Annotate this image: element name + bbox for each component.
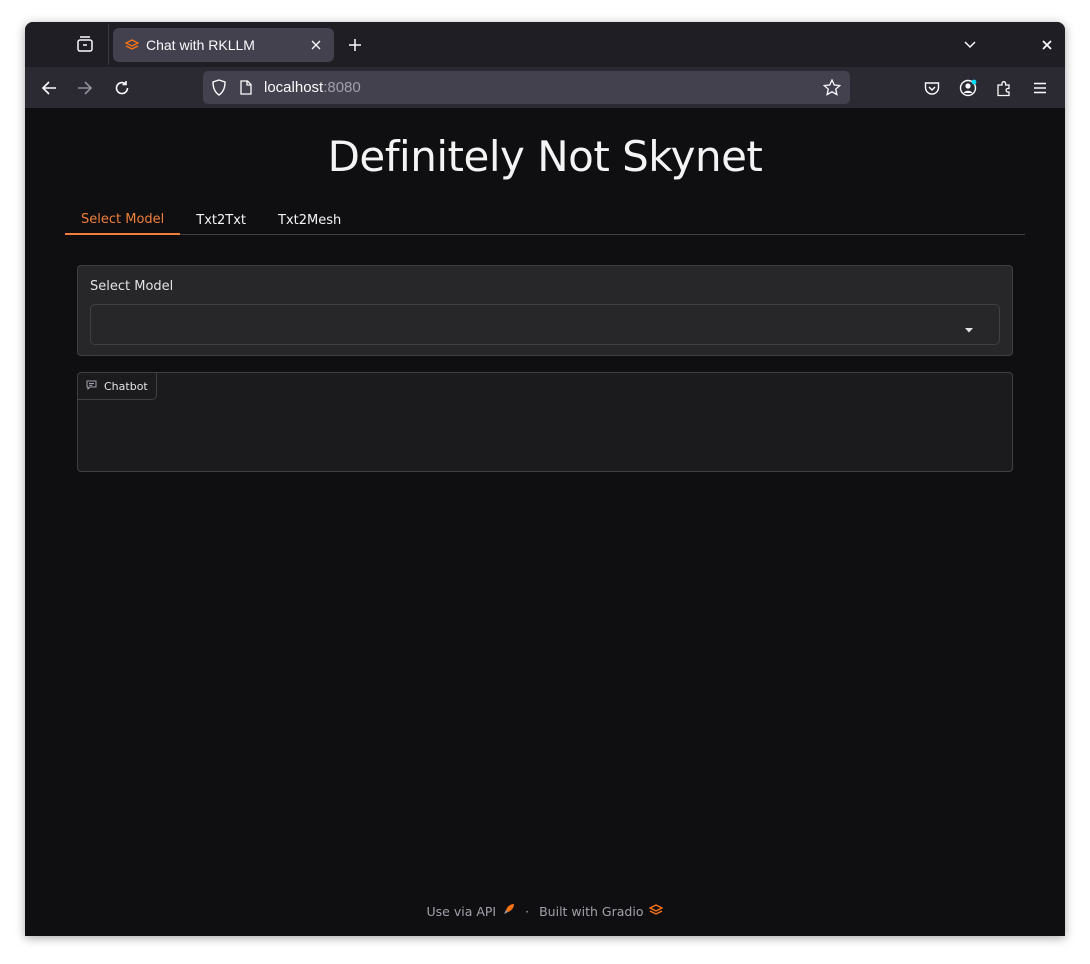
url-port: :8080 [323,79,361,96]
tab-title: Chat with RKLLM [146,37,255,53]
select-model-dropdown[interactable] [90,304,1000,345]
footer-separator: · [525,903,530,919]
page-icon[interactable] [238,80,254,96]
use-via-api-link[interactable]: Use via API [427,903,516,919]
rocket-icon [502,903,515,919]
gradio-favicon-icon [125,37,141,53]
tab-separator [108,24,109,65]
close-tab-icon[interactable] [304,33,328,57]
bookmark-star-icon[interactable] [820,76,844,100]
caret-down-icon[interactable] [963,320,975,333]
pocket-icon[interactable] [919,75,945,101]
chatbot-label: Chatbot [78,373,157,400]
chatbot-block: Chatbot [77,372,1013,472]
browser-window: Chat with RKLLM localhost:8080 Definitel… [25,22,1065,936]
chatbot-label-text: Chatbot [104,379,148,393]
tab-bar: Select Model Txt2Txt Txt2Mesh [65,206,1025,235]
built-with-gradio-text: Built with Gradio [539,903,644,919]
url-text[interactable]: localhost:8080 [264,79,820,96]
chevron-down-icon[interactable] [958,33,982,57]
back-arrow-icon[interactable] [36,75,62,101]
url-bar[interactable]: localhost:8080 [203,71,850,104]
shield-icon[interactable] [210,79,228,97]
page-title: Definitely Not Skynet [327,132,763,181]
extensions-puzzle-icon[interactable] [991,75,1017,101]
tab-select-model[interactable]: Select Model [65,206,181,235]
navigation-bar: localhost:8080 [25,67,1065,108]
select-model-block: Select Model [77,265,1013,356]
built-with-gradio-link[interactable]: Built with Gradio [539,903,665,919]
tab-txt2txt[interactable]: Txt2Txt [180,206,262,235]
tab-txt2mesh[interactable]: Txt2Mesh [262,206,357,235]
reload-icon[interactable] [109,75,135,101]
footer: Use via API · Built with Gradio [25,903,1065,919]
tab-strip: Chat with RKLLM [25,22,1065,67]
url-host: localhost [264,79,324,96]
select-model-label: Select Model [90,279,174,294]
browser-tab[interactable]: Chat with RKLLM [113,28,334,62]
window-close-icon[interactable] [1035,33,1059,57]
page-content: Definitely Not Skynet Select Model Txt2T… [25,108,1065,936]
menu-hamburger-icon[interactable] [1027,75,1053,101]
use-via-api-text: Use via API [426,903,497,919]
firefox-view-icon[interactable] [73,32,97,56]
chat-bubble-icon [86,380,97,393]
gradio-logo-icon [648,903,665,919]
new-tab-icon[interactable] [343,33,367,57]
account-icon[interactable] [955,75,981,101]
forward-arrow-icon[interactable] [72,75,98,101]
